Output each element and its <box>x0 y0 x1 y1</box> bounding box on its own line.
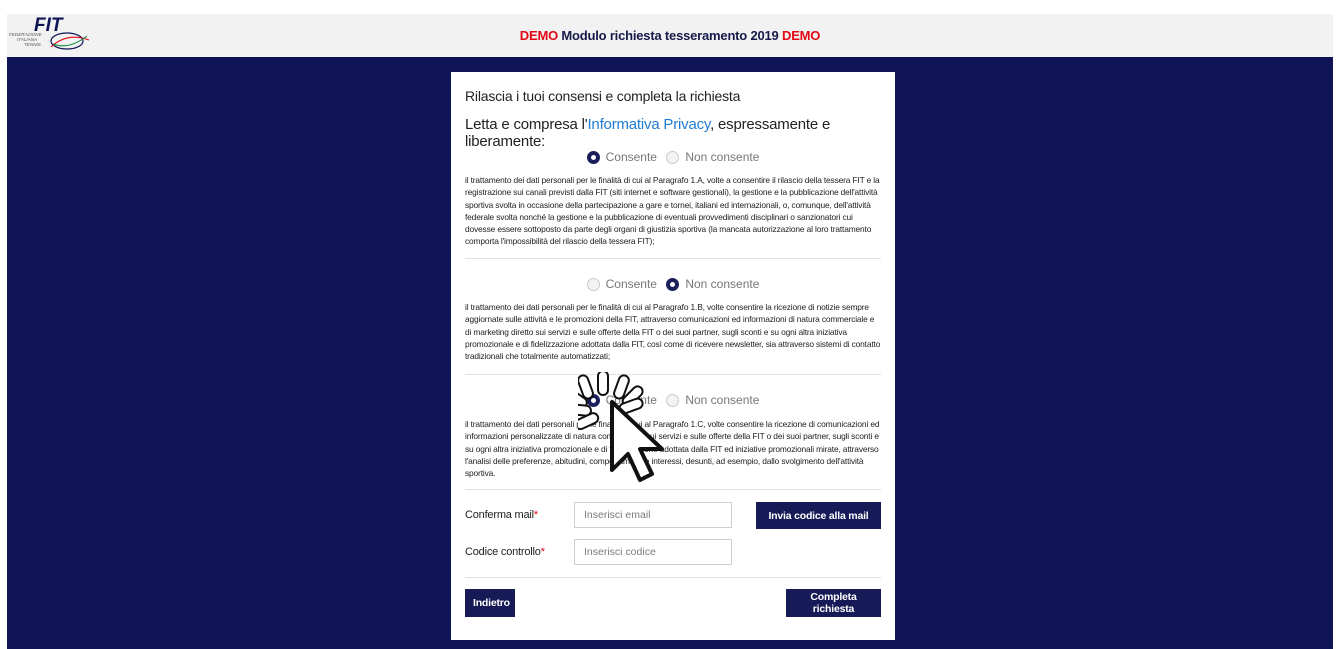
consent-3-yes-radio[interactable]: Consente <box>586 393 657 407</box>
radio-selected-icon <box>666 277 680 291</box>
radio-label: Consente <box>605 277 657 291</box>
consent-3-no-radio[interactable]: Non consente <box>666 393 759 407</box>
radio-label: Consente <box>605 393 657 407</box>
divider <box>465 258 881 259</box>
consent-2-text: il trattamento dei dati personali per le… <box>465 302 881 362</box>
back-button[interactable]: Indietro <box>465 589 515 617</box>
radio-label: Consente <box>605 150 657 164</box>
privacy-prefix: Letta e compresa l' <box>465 116 588 133</box>
consent-2-radio-group: Consente Non consente <box>451 277 895 295</box>
required-mark: * <box>540 546 545 558</box>
radio-selected-icon <box>586 393 600 407</box>
radio-empty-icon <box>666 150 680 164</box>
app-frame: FIT FEDERAZIONE ITALIANA TENNIS DEMO Mod… <box>0 0 1336 649</box>
header-bar: FIT FEDERAZIONE ITALIANA TENNIS DEMO Mod… <box>7 14 1333 57</box>
consent-1-radio-group: Consente Non consente <box>451 150 895 168</box>
page-title-text: Modulo richiesta tesseramento 2019 <box>558 28 782 43</box>
email-label-text: Conferma mail <box>465 509 534 521</box>
page-title: DEMO Modulo richiesta tesseramento 2019 … <box>7 14 1333 57</box>
privacy-policy-link[interactable]: Informativa Privacy <box>587 116 710 133</box>
form-heading: Rilascia i tuoi consensi e completa la r… <box>465 88 741 104</box>
radio-empty-icon <box>666 393 680 407</box>
consent-form-card: Rilascia i tuoi consensi e completa la r… <box>451 72 895 640</box>
demo-badge-right: DEMO <box>782 28 821 43</box>
code-label: Codice controllo* <box>465 546 545 558</box>
complete-request-button[interactable]: Completa richiesta <box>786 589 881 617</box>
consent-1-no-radio[interactable]: Non consente <box>666 150 759 164</box>
consent-1-text: il trattamento dei dati personali per le… <box>465 175 880 247</box>
radio-label: Non consente <box>685 277 760 291</box>
email-label: Conferma mail* <box>465 509 538 521</box>
consent-2-no-radio[interactable]: Non consente <box>666 277 759 291</box>
consent-3-radio-group: Consente Non consente <box>451 393 895 411</box>
send-code-button[interactable]: Invia codice alla mail <box>756 502 881 529</box>
consent-1-yes-radio[interactable]: Consente <box>586 150 657 164</box>
email-input[interactable] <box>574 502 732 528</box>
radio-selected-icon <box>586 150 600 164</box>
privacy-statement: Letta e compresa l'Informativa Privacy, … <box>465 116 895 150</box>
required-mark: * <box>533 509 539 521</box>
radio-empty-icon <box>586 277 600 291</box>
divider <box>465 374 881 375</box>
divider <box>465 577 881 578</box>
radio-label: Non consente <box>685 150 760 164</box>
code-input[interactable] <box>574 539 732 565</box>
consent-3-text: il trattamento dei dati personali per le… <box>465 419 880 479</box>
code-label-text: Codice controllo <box>465 546 541 558</box>
demo-badge-left: DEMO <box>519 28 558 43</box>
divider <box>465 489 881 490</box>
radio-label: Non consente <box>685 393 760 407</box>
consent-2-yes-radio[interactable]: Consente <box>586 277 657 291</box>
